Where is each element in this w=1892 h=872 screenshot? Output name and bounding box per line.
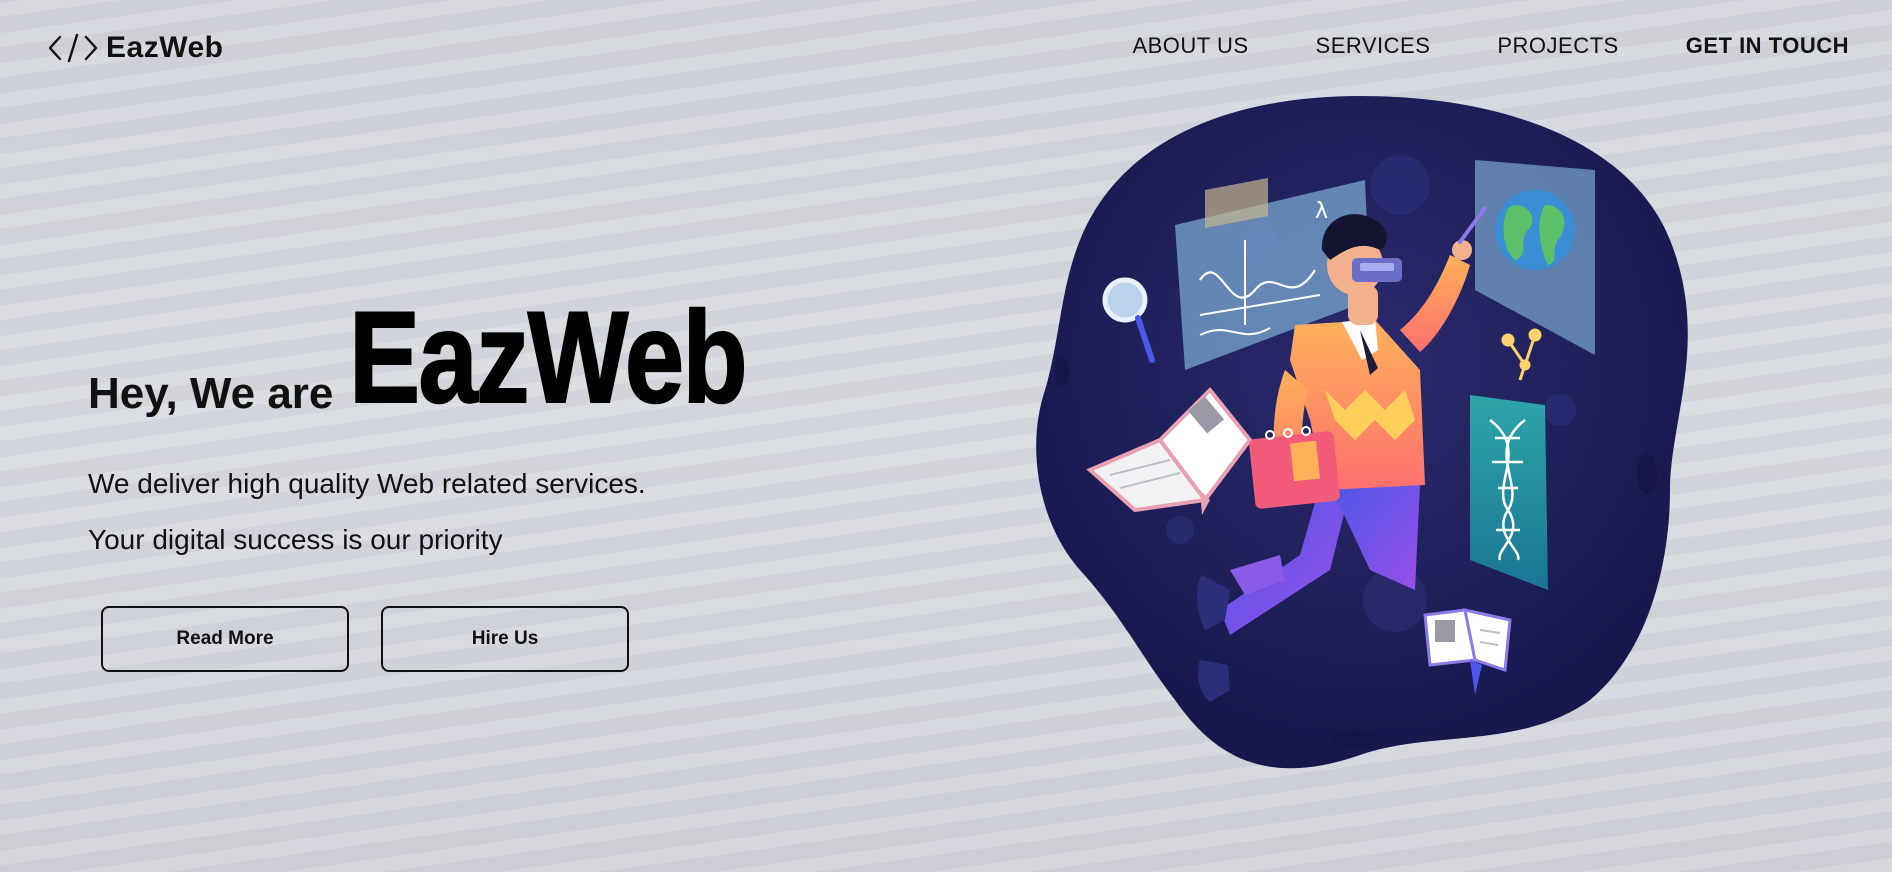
hero-heading: Hey, We are EazWeb — [88, 284, 833, 430]
logo[interactable]: EazWeb — [48, 28, 223, 68]
hero-tagline-1: We deliver high quality Web related serv… — [88, 468, 646, 499]
nav-services[interactable]: SERVICES — [1316, 30, 1431, 62]
read-more-button[interactable]: Read More — [101, 606, 349, 672]
lambda-symbol: λ — [1315, 199, 1328, 224]
nav-get-in-touch[interactable]: GET IN TOUCH — [1686, 30, 1849, 62]
dna-panel — [1470, 395, 1548, 590]
notebook-icon — [1249, 426, 1340, 509]
code-brackets-icon — [48, 33, 98, 63]
hero-brand-name: EazWeb — [349, 284, 749, 430]
nav-projects[interactable]: PROJECTS — [1497, 30, 1618, 62]
hero-pre-title: Hey, We are — [88, 368, 334, 418]
hero-illustration: λ — [1036, 96, 1688, 769]
site-header: EazWeb ABOUT US SERVICES PROJECTS GET IN… — [0, 0, 1892, 96]
hero-tagline-2: Your digital success is our priority — [88, 524, 503, 555]
main-nav: ABOUT US SERVICES PROJECTS GET IN TOUCH — [1132, 30, 1849, 62]
logo-text: EazWeb — [106, 31, 224, 64]
hire-us-button[interactable]: Hire Us — [381, 606, 629, 672]
nav-about-us[interactable]: ABOUT US — [1132, 30, 1248, 62]
